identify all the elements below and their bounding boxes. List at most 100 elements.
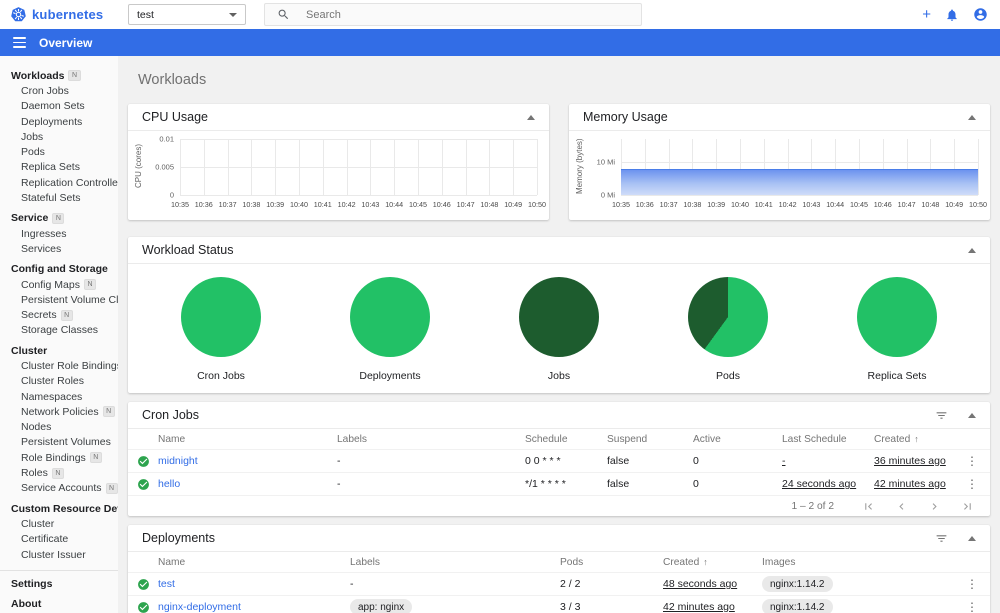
memory-plot-area: 10:35 10:36 10:37 10:38 10:39 10:40 10:41 10:42… bbox=[597, 139, 987, 209]
x-tick-label: 10:35 bbox=[612, 200, 630, 209]
sidebar-item-settings[interactable]: Settings bbox=[0, 576, 118, 591]
sidebar-item-label: Config Maps bbox=[21, 278, 80, 291]
next-page-icon[interactable] bbox=[928, 500, 941, 513]
column-header-active[interactable]: Active bbox=[693, 434, 782, 445]
sidebar-item-replica-sets[interactable]: Replica Sets bbox=[0, 160, 118, 175]
images-cell: nginx:1.14.2 bbox=[762, 576, 966, 592]
column-header-labels[interactable]: Labels bbox=[350, 557, 560, 568]
sidebar-item-replication-controllers[interactable]: Replication Controllers bbox=[0, 175, 118, 190]
sidebar-item-storage-classes[interactable]: Storage Classes bbox=[0, 323, 118, 338]
name-link[interactable]: nginx-deployment bbox=[158, 601, 350, 613]
sidebar-item-daemon-sets[interactable]: Daemon Sets bbox=[0, 99, 118, 114]
sidebar-item-cluster-issuer[interactable]: Cluster Issuer bbox=[0, 547, 118, 562]
sidebar-item-cluster[interactable]: Cluster bbox=[0, 516, 118, 531]
sidebar-item-nodes[interactable]: Nodes bbox=[0, 420, 118, 435]
collapse-caret-icon[interactable] bbox=[527, 114, 535, 120]
header-actions: + bbox=[922, 7, 988, 22]
column-header-name[interactable]: Name bbox=[158, 434, 337, 445]
notifications-button[interactable] bbox=[945, 8, 959, 22]
collapse-caret-icon[interactable] bbox=[968, 412, 976, 418]
create-resource-button[interactable]: + bbox=[922, 7, 931, 22]
sidebar-item-about[interactable]: About bbox=[0, 597, 118, 612]
cpu-chart: CPU (cores) 10:35 10:36 10:37 10:38 10:39 10:4… bbox=[128, 131, 549, 219]
image-chip: nginx:1.14.2 bbox=[762, 599, 833, 613]
column-header-created[interactable]: Created ↑ bbox=[663, 557, 762, 568]
column-header-pods[interactable]: Pods bbox=[560, 557, 663, 568]
first-page-icon[interactable] bbox=[862, 500, 875, 513]
pie-chart bbox=[688, 277, 768, 357]
sidebar-item-cluster-role-bindings[interactable]: Cluster Role Bindings bbox=[0, 358, 118, 373]
memory-usage-area-series bbox=[621, 168, 978, 195]
menu-hamburger-icon[interactable] bbox=[13, 35, 26, 49]
sidebar-item-label: Service bbox=[11, 212, 49, 225]
filter-button[interactable] bbox=[935, 409, 948, 422]
column-header-name[interactable]: Name bbox=[158, 557, 350, 568]
sidebar-item-service-accounts[interactable]: Service Accounts N bbox=[0, 481, 118, 496]
x-tick-label: 10:39 bbox=[266, 200, 285, 209]
x-tick-label: 10:50 bbox=[969, 200, 987, 209]
collapse-caret-icon[interactable] bbox=[968, 114, 976, 120]
search-input[interactable] bbox=[306, 8, 629, 21]
sidebar-item-pods[interactable]: Pods bbox=[0, 144, 118, 159]
cron-jobs-card: Cron Jobs Name Labels Schedule Suspend Activ… bbox=[128, 402, 990, 516]
labels-cell: - bbox=[350, 578, 560, 590]
sidebar-item-label: Network Policies bbox=[21, 405, 99, 418]
suspend-cell: false bbox=[607, 455, 630, 467]
sidebar-item-persistent-volumes[interactable]: Persistent Volumes bbox=[0, 435, 118, 450]
sidebar-item-deployments[interactable]: Deployments bbox=[0, 114, 118, 129]
sidebar-item-roles[interactable]: Roles N bbox=[0, 465, 118, 480]
name-link[interactable]: hello bbox=[158, 478, 337, 490]
pie-chart-label: Deployments bbox=[359, 370, 421, 382]
collapse-caret-icon[interactable] bbox=[968, 535, 976, 541]
column-header-labels[interactable]: Labels bbox=[337, 434, 525, 445]
sidebar-item-certificate[interactable]: Certificate bbox=[0, 532, 118, 547]
sidebar-item-cluster-roles[interactable]: Cluster Roles bbox=[0, 374, 118, 389]
account-button[interactable] bbox=[973, 7, 988, 22]
sidebar-item-secrets[interactable]: Secrets N bbox=[0, 307, 118, 322]
workload-status-pie-deployments: Deployments bbox=[350, 277, 430, 382]
name-link[interactable]: midnight bbox=[158, 455, 337, 467]
sidebar-item-label: Custom Resource Definitions bbox=[11, 502, 118, 515]
schedule-cell: 0 0 * * * bbox=[525, 455, 561, 467]
sidebar-item-workloads[interactable]: Workloads N bbox=[0, 68, 118, 83]
column-header-schedule[interactable]: Schedule bbox=[525, 434, 607, 445]
column-header-last-schedule[interactable]: Last Schedule bbox=[782, 434, 874, 445]
sidebar-item-role-bindings[interactable]: Role Bindings N bbox=[0, 450, 118, 465]
filter-button[interactable] bbox=[935, 532, 948, 545]
sidebar-item-jobs[interactable]: Jobs bbox=[0, 129, 118, 144]
cron-jobs-table: Name Labels Schedule Suspend Active Last Sche… bbox=[128, 429, 990, 496]
y-tick-label: 0 bbox=[169, 190, 174, 200]
previous-page-icon[interactable] bbox=[895, 500, 908, 513]
sidebar-item-config-maps[interactable]: Config Maps N bbox=[0, 277, 118, 292]
cpu-card-title: CPU Usage bbox=[142, 110, 208, 124]
y-tick-label: 0.01 bbox=[159, 134, 174, 144]
namespace-selector[interactable]: test bbox=[128, 4, 246, 25]
active-cell: 0 bbox=[693, 478, 699, 490]
cron-jobs-header: Cron Jobs bbox=[128, 402, 990, 429]
column-header-suspend[interactable]: Suspend bbox=[607, 434, 693, 445]
sidebar-item-service[interactable]: Service N bbox=[0, 211, 118, 226]
sidebar-item-persistent-volume-claims[interactable]: Persistent Volume ClaimsN bbox=[0, 292, 118, 307]
row-menu-icon[interactable]: ⋮ bbox=[966, 455, 978, 467]
gridline bbox=[180, 195, 537, 196]
sidebar-item-services[interactable]: Services bbox=[0, 241, 118, 256]
sidebar-item-label: Replication Controllers bbox=[21, 176, 118, 189]
last-page-icon[interactable] bbox=[961, 500, 974, 513]
collapse-caret-icon[interactable] bbox=[968, 247, 976, 253]
sidebar-item-ingresses[interactable]: Ingresses bbox=[0, 226, 118, 241]
sidebar-item-namespaces[interactable]: Namespaces bbox=[0, 389, 118, 404]
sidebar-item-stateful-sets[interactable]: Stateful Sets bbox=[0, 190, 118, 205]
row-menu-icon[interactable]: ⋮ bbox=[966, 578, 978, 590]
sidebar-item-network-policies[interactable]: Network Policies N bbox=[0, 404, 118, 419]
row-menu-icon[interactable]: ⋮ bbox=[966, 478, 978, 490]
deployments-header: Deployments bbox=[128, 525, 990, 552]
sidebar-item-label: Role Bindings bbox=[21, 451, 86, 464]
name-link[interactable]: test bbox=[158, 578, 350, 590]
row-menu-icon[interactable]: ⋮ bbox=[966, 601, 978, 613]
kubernetes-logo[interactable]: kubernetes bbox=[10, 6, 122, 23]
status-success-icon bbox=[128, 578, 158, 591]
column-header-images[interactable]: Images bbox=[762, 557, 966, 568]
pie-chart bbox=[857, 277, 937, 357]
sidebar-item-cron-jobs[interactable]: Cron Jobs bbox=[0, 83, 118, 98]
column-header-created[interactable]: Created ↑ bbox=[874, 434, 966, 445]
